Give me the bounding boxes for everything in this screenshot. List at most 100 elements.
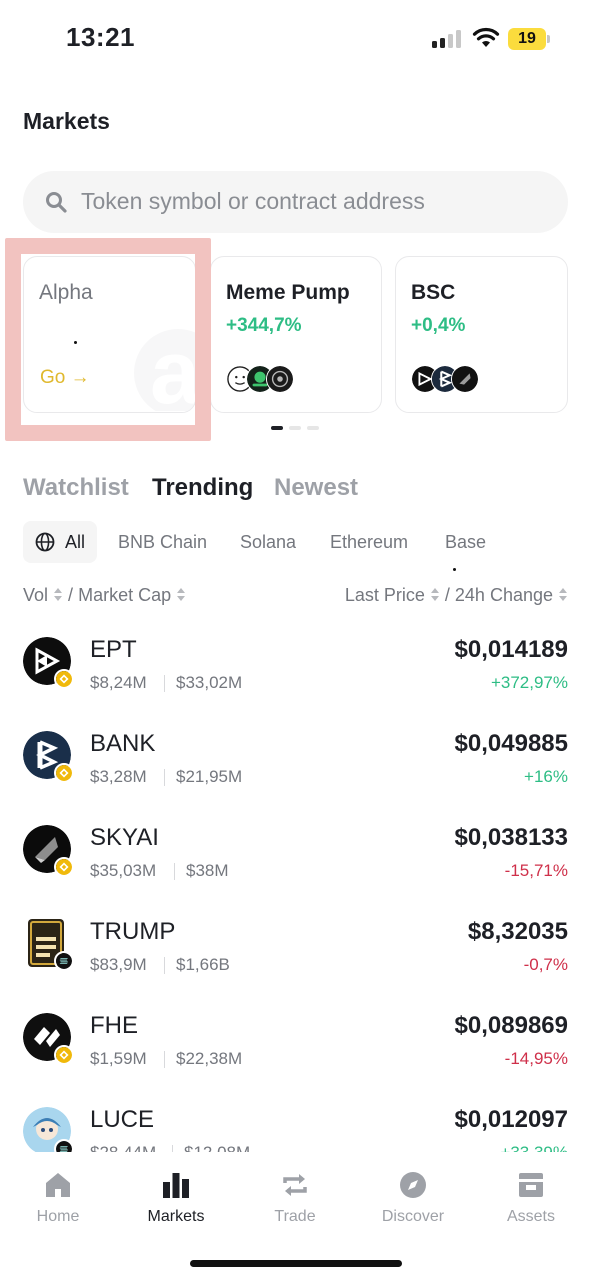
nav-discover-label: Discover [381, 1208, 445, 1225]
battery-level: 19 [518, 30, 536, 47]
compass-icon [400, 1172, 426, 1198]
status-bar: 13:21 19 [0, 0, 591, 80]
nav-markets[interactable]: Markets [126, 1166, 226, 1236]
search-input[interactable]: Token symbol or contract address [23, 171, 568, 233]
chip-all[interactable]: All [23, 521, 98, 563]
sort-price-label: Last Price [344, 585, 425, 605]
token-volume: $28,44M [90, 1143, 156, 1152]
nav-assets[interactable]: Assets [481, 1166, 581, 1236]
stat-divider [164, 957, 165, 974]
token-volume: $1,59M [90, 1049, 147, 1068]
sort-arrows-icon [558, 587, 568, 603]
token-market-cap: $33,02M [176, 673, 243, 692]
token-change: +372,97% [490, 673, 568, 692]
meme-pump-title: Meme Pump [226, 281, 350, 304]
alpha-watermark-icon: a [134, 323, 195, 411]
token-symbol: BANK [90, 730, 156, 757]
chip-base[interactable]: Base [445, 521, 486, 563]
alpha-go-link[interactable]: Go → [40, 367, 90, 389]
status-time: 13:21 [66, 22, 135, 52]
token-price: $0,089869 [454, 1012, 568, 1039]
wallet-icon [519, 1173, 543, 1197]
stat-divider [164, 1051, 165, 1068]
token-price: $0,012097 [454, 1106, 568, 1133]
token-volume: $35,03M [90, 861, 157, 880]
token-row-trump[interactable]: TRUMP $83,9M $1,66B $8,32035 -0,7% [0, 906, 591, 1000]
home-icon [46, 1173, 70, 1197]
nav-trade-label: Trade [274, 1208, 316, 1225]
meme-pump-card[interactable]: Meme Pump +344,7% [210, 256, 382, 413]
search-placeholder: Token symbol or contract address [81, 188, 425, 214]
tab-trending[interactable]: Trending [152, 474, 253, 502]
coin-token-icon [266, 365, 294, 393]
token-volume: $83,9M [90, 955, 147, 974]
sort-vol-mcap[interactable]: Vol / Market Cap [23, 585, 186, 606]
token-row-fhe[interactable]: FHE $1,59M $22,38M $0,089869 -14,95% [0, 1000, 591, 1094]
nav-discover[interactable]: Discover [363, 1166, 463, 1236]
chip-ethereum[interactable]: Ethereum [330, 521, 408, 563]
stat-divider [174, 863, 175, 880]
token-market-cap: $38M [186, 861, 229, 880]
bnb-chain-badge-icon [54, 1045, 74, 1065]
home-indicator [190, 1260, 402, 1267]
token-change: +33,39% [500, 1143, 568, 1152]
nav-markets-label: Markets [147, 1208, 205, 1225]
sort-separator: / [68, 585, 74, 605]
nav-home[interactable]: Home [8, 1166, 108, 1236]
bnb-chain-badge-icon [54, 857, 74, 877]
bar-chart-icon [163, 1173, 189, 1198]
sort-vol-label: Vol [23, 585, 49, 605]
alpha-card[interactable]: a Alpha Go → [23, 256, 196, 413]
globe-icon [35, 532, 55, 552]
nav-assets-label: Assets [506, 1208, 555, 1225]
sort-mcap-label: Market Cap [78, 585, 172, 605]
bsc-change: +0,4% [411, 315, 466, 336]
tab-watchlist[interactable]: Watchlist [23, 474, 129, 502]
stat-divider [172, 1145, 173, 1152]
wifi-icon [472, 27, 500, 47]
solana-badge-icon [54, 951, 74, 971]
token-symbol: FHE [90, 1012, 138, 1039]
signal-icon [432, 30, 464, 48]
bsc-card[interactable]: BSC +0,4% [395, 256, 568, 413]
token-market-cap: $22,38M [176, 1049, 243, 1068]
token-row-bank[interactable]: BANK $3,28M $21,95M $0,049885 +16% [0, 718, 591, 812]
sort-change-label: 24h Change [454, 585, 553, 605]
alpha-card-dot [74, 341, 77, 344]
stat-divider [164, 675, 165, 692]
token-price: $0,038133 [454, 824, 568, 851]
alpha-card-title: Alpha [39, 281, 93, 304]
token-symbol: EPT [90, 636, 137, 663]
sort-arrows-icon [53, 587, 63, 603]
chip-solana[interactable]: Solana [240, 521, 296, 563]
token-change: -0,7% [523, 955, 568, 974]
sort-price-change[interactable]: Last Price / 24h Change [345, 585, 568, 606]
stray-dot [453, 568, 456, 571]
page-title: Markets [23, 108, 110, 134]
token-volume: $8,24M [90, 673, 147, 692]
solana-badge-icon [54, 1139, 74, 1152]
battery-icon: 19 [508, 28, 550, 50]
nav-trade[interactable]: Trade [245, 1166, 345, 1236]
chip-bnb-chain[interactable]: BNB Chain [118, 521, 207, 563]
bnb-chain-badge-icon [54, 669, 74, 689]
token-symbol: LUCE [90, 1106, 155, 1133]
token-row-luce[interactable]: LUCE $28,44M $12,08M $0,012097 +33,39% [0, 1094, 591, 1152]
token-change: -14,95% [504, 1049, 568, 1068]
token-change: -15,71% [504, 861, 568, 880]
card-pager [271, 426, 331, 430]
search-icon [46, 192, 67, 213]
sort-arrows-icon [176, 587, 186, 603]
tab-newest[interactable]: Newest [274, 474, 358, 502]
bnb-chain-badge-icon [54, 763, 74, 783]
meme-pump-change: +344,7% [226, 315, 302, 336]
token-row-ept[interactable]: EPT $8,24M $33,02M $0,014189 +372,97% [0, 624, 591, 718]
token-change: +16% [524, 767, 568, 786]
sort-separator: / [444, 585, 450, 605]
token-symbol: TRUMP [90, 918, 176, 945]
token-price: $0,049885 [454, 730, 568, 757]
token-row-skyai[interactable]: SKYAI $35,03M $38M $0,038133 -15,71% [0, 812, 591, 906]
bsc-title: BSC [411, 281, 456, 304]
token-price: $8,32035 [467, 918, 568, 945]
skyai-mini-icon [451, 365, 479, 393]
